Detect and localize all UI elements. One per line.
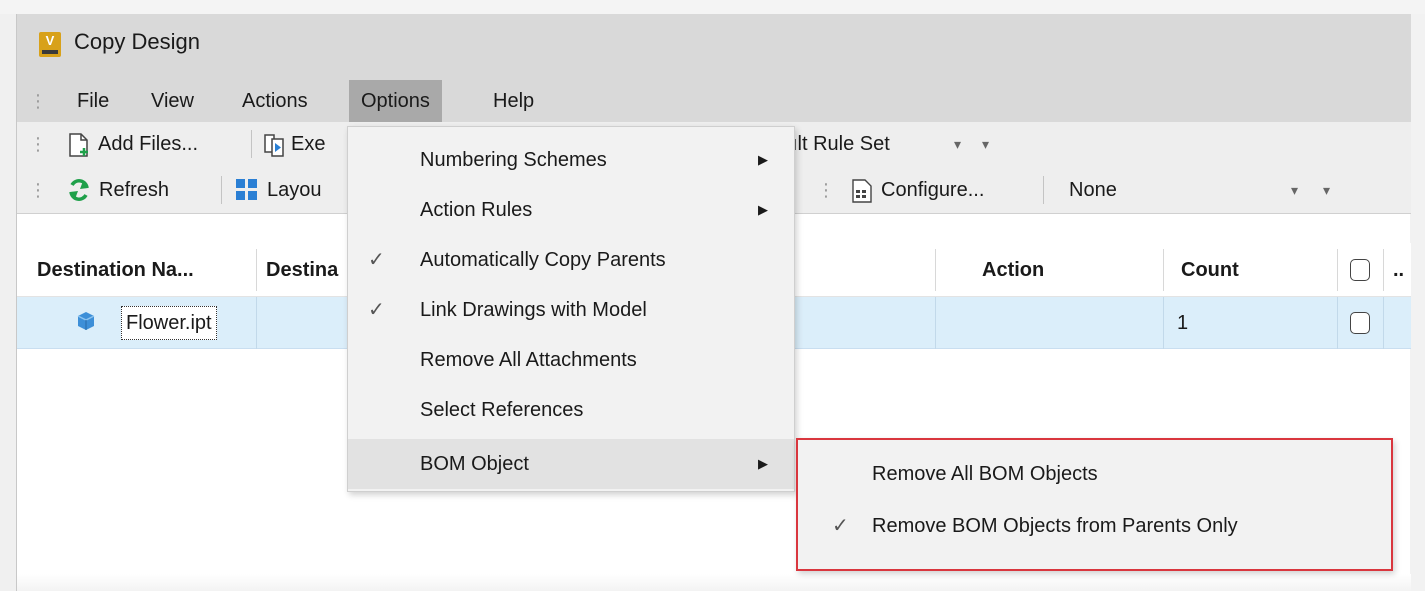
menu-item-numbering-schemes[interactable]: Numbering Schemes ▶	[348, 135, 794, 185]
execute-icon	[264, 134, 284, 157]
submenu-arrow-icon: ▶	[758, 202, 768, 217]
checkmark-icon: ✓	[368, 249, 385, 271]
title-bar: V Copy Design	[17, 14, 1411, 80]
rule-set-value: ılt Rule Set	[792, 133, 890, 155]
menu-options[interactable]: Options	[349, 80, 442, 122]
column-count[interactable]: Count	[1181, 243, 1239, 297]
background-strip-top	[0, 0, 1425, 14]
menu-help[interactable]: Help	[481, 80, 546, 122]
menu-item-select-references[interactable]: Select References	[348, 385, 794, 435]
bom-object-submenu: Remove All BOM Objects ✓ Remove BOM Obje…	[796, 438, 1393, 571]
vault-app-icon: V	[39, 32, 61, 57]
grip-handle-icon[interactable]: ⋮	[29, 92, 47, 110]
menu-item-bom-object[interactable]: BOM Object ▶	[348, 439, 794, 489]
menu-item-link-drawings-with-model[interactable]: ✓ Link Drawings with Model	[348, 285, 794, 335]
layout-icon	[236, 179, 257, 200]
menu-item-remove-all-bom-objects[interactable]: Remove All BOM Objects	[798, 448, 1391, 500]
menu-item-remove-all-attachments[interactable]: Remove All Attachments	[348, 335, 794, 385]
menu-actions[interactable]: Actions	[230, 80, 320, 122]
more-columns-indicator[interactable]: ..	[1393, 243, 1404, 297]
configure-icon	[852, 179, 872, 203]
destination-name-cell[interactable]: Flower.ipt	[121, 306, 217, 340]
cell-divider	[1163, 297, 1164, 349]
refresh-label: Refresh	[99, 179, 170, 201]
refresh-icon	[69, 179, 89, 201]
menu-item-automatically-copy-parents[interactable]: ✓ Automatically Copy Parents	[348, 235, 794, 285]
submenu-arrow-icon: ▶	[758, 152, 768, 167]
column-divider[interactable]	[935, 249, 936, 291]
column-divider[interactable]	[1337, 249, 1338, 291]
cell-divider	[1383, 297, 1384, 349]
background-strip-left	[0, 14, 16, 591]
toolbar-overflow-icon[interactable]: ▾	[1323, 174, 1330, 206]
select-all-checkbox[interactable]	[1350, 259, 1370, 281]
cell-divider	[935, 297, 936, 349]
add-files-label: Add Files...	[98, 133, 199, 155]
row-checkbox[interactable]	[1350, 312, 1370, 334]
filter-dropdown-arrow-icon[interactable]: ▾	[1291, 174, 1298, 206]
part-file-icon	[77, 312, 95, 330]
toolbar-separator	[1043, 176, 1044, 204]
add-file-icon	[69, 133, 88, 157]
layout-label: Layou	[267, 179, 322, 201]
checkmark-icon: ✓	[368, 299, 385, 321]
count-cell: 1	[1177, 312, 1189, 334]
execute-label: Exe	[291, 133, 326, 155]
cell-divider	[1337, 297, 1338, 349]
window-title: Copy Design	[74, 29, 200, 54]
column-divider[interactable]	[1383, 249, 1384, 291]
cell-divider	[256, 297, 257, 349]
menu-bar: ⋮ File View Actions Options Help	[17, 80, 1411, 122]
submenu-arrow-icon: ▶	[758, 456, 768, 471]
column-divider[interactable]	[1163, 249, 1164, 291]
configure-label: Configure...	[881, 179, 985, 201]
filter-dropdown-value: None	[1069, 179, 1117, 201]
grip-handle-icon[interactable]: ⋮	[29, 135, 47, 153]
column-action[interactable]: Action	[982, 243, 1044, 297]
column-destination-name[interactable]: Destination Na...	[37, 243, 194, 297]
column-divider[interactable]	[256, 249, 257, 291]
menu-item-remove-bom-objects-from-parents-only[interactable]: ✓ Remove BOM Objects from Parents Only	[798, 500, 1391, 552]
menu-file[interactable]: File	[65, 80, 121, 122]
toolbar-overflow-icon[interactable]: ▾	[982, 122, 989, 166]
toolbar-separator	[221, 176, 222, 204]
bottom-edge	[17, 574, 1411, 591]
grip-handle-icon[interactable]: ⋮	[817, 181, 835, 199]
rule-set-dropdown-icon[interactable]: ▾	[954, 122, 961, 166]
filter-dropdown[interactable]: None ▾	[1057, 174, 1315, 206]
background-strip-right	[1410, 14, 1425, 591]
grip-handle-icon[interactable]: ⋮	[29, 181, 47, 199]
options-menu: Numbering Schemes ▶ Action Rules ▶ ✓ Aut…	[347, 126, 795, 492]
menu-view[interactable]: View	[139, 80, 206, 122]
checkmark-icon: ✓	[832, 515, 849, 537]
toolbar-separator	[251, 130, 252, 158]
menu-item-action-rules[interactable]: Action Rules ▶	[348, 185, 794, 235]
column-destination[interactable]: Destina	[266, 243, 338, 297]
